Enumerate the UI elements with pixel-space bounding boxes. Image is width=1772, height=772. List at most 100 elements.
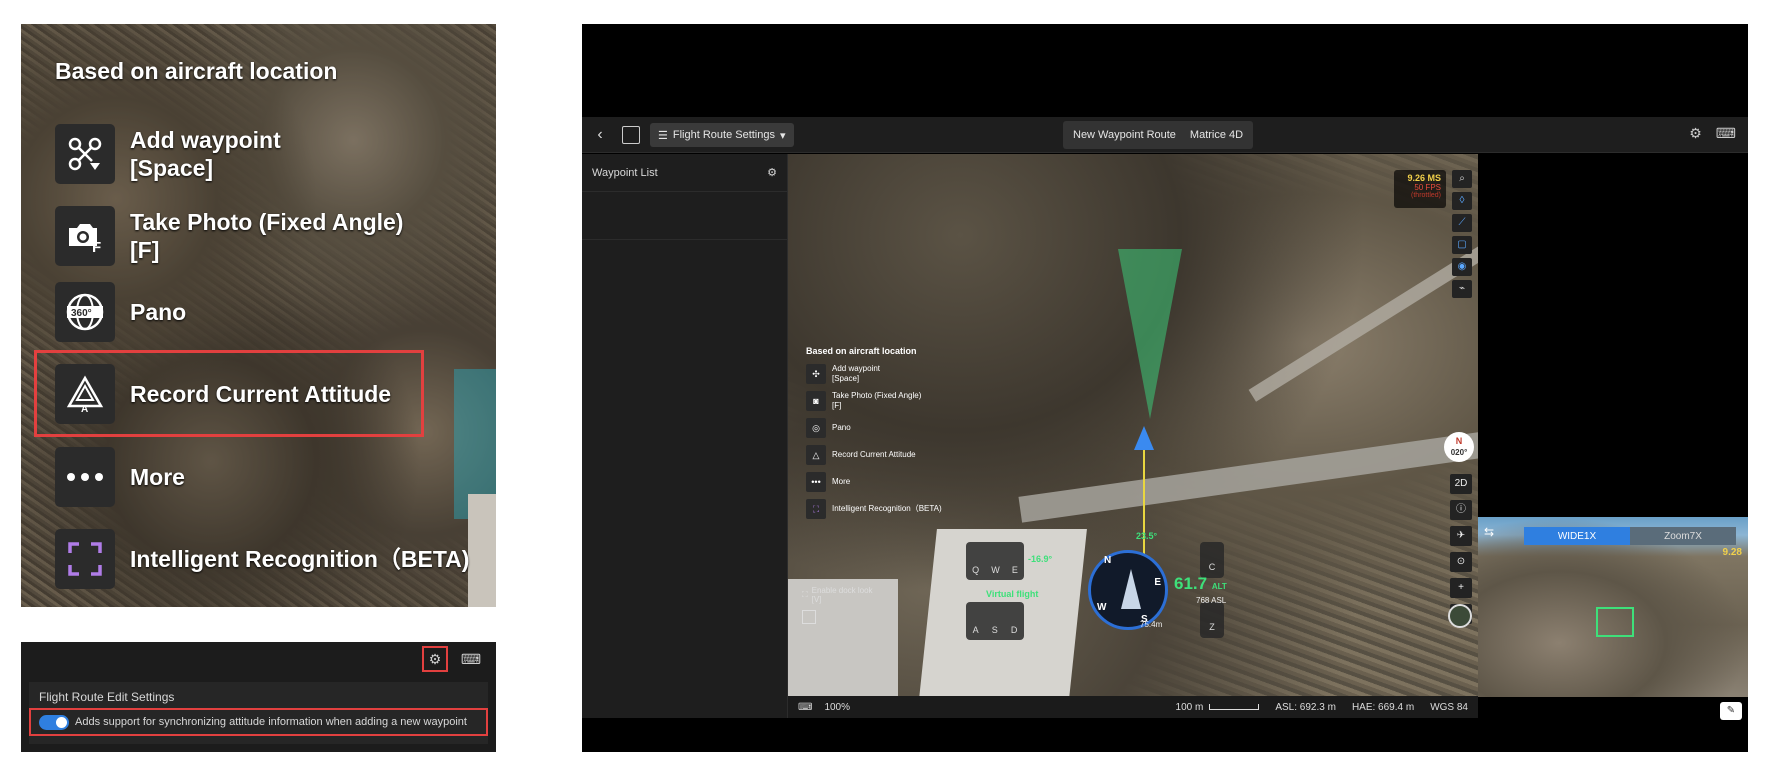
menu-item-intelligent-recognition[interactable]: Intelligent Recognition（BETA) (55, 529, 469, 589)
aircraft-name[interactable]: Matrice 4D (1190, 129, 1243, 141)
map-layer-icon[interactable] (1448, 604, 1472, 628)
keyboard-icon[interactable]: ⌨ (458, 646, 484, 672)
camera-fov-cone (1118, 249, 1182, 419)
waypoint-drone-icon: ✣ (806, 364, 826, 384)
context-menu-title: Based on aircraft location (806, 346, 917, 356)
map-context-menu: Based on aircraft location ✣ Add waypoin… (806, 346, 942, 526)
menu-item-label: Take Photo (Fixed Angle) [F] (130, 209, 404, 263)
key-d[interactable]: D (1011, 625, 1018, 635)
feedback-icon[interactable]: ✎ (1720, 702, 1742, 720)
context-item-label: Intelligent Recognition（BETA) (832, 504, 942, 513)
more-icon: ••• (806, 472, 826, 492)
road (1018, 431, 1478, 523)
sync-attitude-toggle[interactable] (39, 714, 69, 730)
back-icon[interactable]: ‹ (590, 125, 610, 145)
map-3d-view[interactable]: Based on aircraft location ✣ Add waypoin… (788, 154, 1478, 696)
keyboard-icon[interactable]: ⌨ (1716, 125, 1736, 142)
north-label: N (1455, 436, 1463, 446)
flight-route-settings-button[interactable]: ☰ Flight Route Settings ▾ (650, 123, 794, 147)
settings-gear-icon[interactable]: ⚙ (422, 646, 448, 672)
datum-readout: WGS 84 (1430, 701, 1468, 713)
recognition-icon (55, 529, 115, 589)
context-item-more[interactable]: ••• More (806, 472, 942, 492)
compass-n: N (1104, 555, 1112, 566)
context-item-pano[interactable]: ◎ Pano (806, 418, 942, 438)
status-left: ⌨ 100% (798, 702, 850, 713)
menu-item-add-waypoint[interactable]: Add waypoint [Space] (55, 124, 281, 184)
search-icon[interactable]: ⌕ (1452, 170, 1472, 188)
settings-snippet: ⚙ ⌨ Flight Route Edit Settings Adds supp… (21, 642, 496, 752)
attitude-icon: △ (806, 445, 826, 465)
svg-text:360°: 360° (71, 308, 92, 319)
zoom-in-icon[interactable]: + (1450, 578, 1472, 598)
aircraft-marker-icon[interactable] (1134, 426, 1154, 450)
chevron-down-icon: ▾ (780, 129, 786, 142)
status-bar: ⌨ 100% 100 m ASL: 692.3 m HAE: 669.4 m W… (788, 696, 1478, 718)
zoomed-context-menu-panel: Based on aircraft location Add waypoint … (21, 24, 496, 607)
line-icon[interactable]: ⟋ (1452, 214, 1472, 232)
north-compass-button[interactable]: N 020° (1444, 432, 1474, 462)
altitude-number: 61.7 (1174, 574, 1208, 593)
recognition-icon: ⛶ (806, 499, 826, 519)
pin-icon[interactable]: ◊ (1452, 192, 1472, 210)
menu-item-label: Intelligent Recognition（BETA) (130, 546, 470, 572)
waypoint-drone-icon (55, 124, 115, 184)
key-w[interactable]: W (991, 565, 1000, 575)
context-item-take-photo[interactable]: ◙ Take Photo (Fixed Angle) [F] (806, 391, 942, 411)
view-2d-button[interactable]: 2D (1450, 474, 1472, 494)
sync-attitude-label: Adds support for synchronizing attitude … (75, 716, 467, 728)
asl-readout: ASL: 692.3 m (1275, 701, 1336, 713)
menu-item-more[interactable]: More (55, 447, 185, 507)
context-item-intelligent-recognition[interactable]: ⛶ Intelligent Recognition（BETA) (806, 499, 942, 519)
key-e[interactable]: E (1012, 565, 1018, 575)
polygon-icon[interactable]: ▢ (1452, 236, 1472, 254)
dock-frame-icon[interactable] (802, 610, 816, 624)
key-s[interactable]: S (992, 625, 998, 635)
circle-icon[interactable]: ◉ (1452, 258, 1472, 276)
distance-value: 75.4m (1140, 620, 1163, 629)
context-item-label: More (832, 477, 851, 486)
aircraft-icon[interactable]: ✈ (1450, 526, 1472, 546)
tab-zoom[interactable]: Zoom7X (1630, 527, 1736, 545)
context-item-label: Pano (832, 423, 851, 432)
map-view-tools: 2D ⓘ ✈ ⊙ + − (1450, 474, 1472, 624)
context-item-record-attitude[interactable]: △ Record Current Attitude (806, 445, 942, 465)
waypoint-settings-icon[interactable]: ⚙ (767, 166, 777, 179)
sync-attitude-setting: Adds support for synchronizing attitude … (29, 708, 488, 736)
key-a[interactable]: A (973, 625, 979, 635)
keyboard-icon[interactable]: ⌨ (798, 702, 812, 713)
context-item-add-waypoint[interactable]: ✣ Add waypoint [Space] (806, 364, 942, 384)
scale-bar (1209, 703, 1260, 710)
menu-item-label: More (130, 464, 185, 490)
camera-tabs: WIDE1X Zoom7X (1524, 527, 1736, 545)
camera-feed[interactable]: ⇆ WIDE1X Zoom7X 9.28 (1478, 517, 1748, 697)
menu-item-pano[interactable]: 360° Pano (55, 282, 186, 342)
pano-360-icon: 360° (55, 282, 115, 342)
gear-icon[interactable]: ⚙ (1689, 125, 1702, 142)
highlight-box (34, 350, 424, 437)
key-z[interactable]: Z (1200, 602, 1224, 638)
info-icon[interactable]: ⓘ (1450, 500, 1472, 520)
context-item-label: Record Current Attitude (832, 450, 916, 459)
locate-icon[interactable]: ⊙ (1450, 552, 1472, 572)
hae-readout: HAE: 669.4 m (1351, 701, 1415, 713)
key-q[interactable]: Q (972, 565, 979, 575)
swap-view-icon[interactable]: ⇆ (1484, 525, 1494, 539)
measure-icon[interactable]: ⌁ (1452, 280, 1472, 298)
waypoint-list-header: Waypoint List ⚙ (582, 154, 787, 192)
dock-look-toggle[interactable]: ⛶ Enable dock look [V] (802, 586, 873, 604)
menu-item-take-photo[interactable]: F Take Photo (Fixed Angle) [F] (55, 206, 403, 266)
dock-look-icon: ⛶ (802, 590, 808, 599)
scale-indicator: 100 m (1176, 702, 1260, 713)
route-name[interactable]: New Waypoint Route (1073, 129, 1176, 141)
pano-360-icon: ◎ (806, 418, 826, 438)
pitch-value: 23.5° (1136, 531, 1158, 541)
camera-fps: 9.28 (1722, 547, 1742, 558)
key-c[interactable]: C (1200, 542, 1224, 578)
building (468, 494, 496, 607)
keys-qwe: Q W E (966, 542, 1024, 580)
compass-e: E (1154, 577, 1161, 588)
save-icon[interactable] (622, 126, 640, 144)
svg-text:F: F (92, 239, 101, 254)
tab-wide[interactable]: WIDE1X (1524, 527, 1630, 545)
